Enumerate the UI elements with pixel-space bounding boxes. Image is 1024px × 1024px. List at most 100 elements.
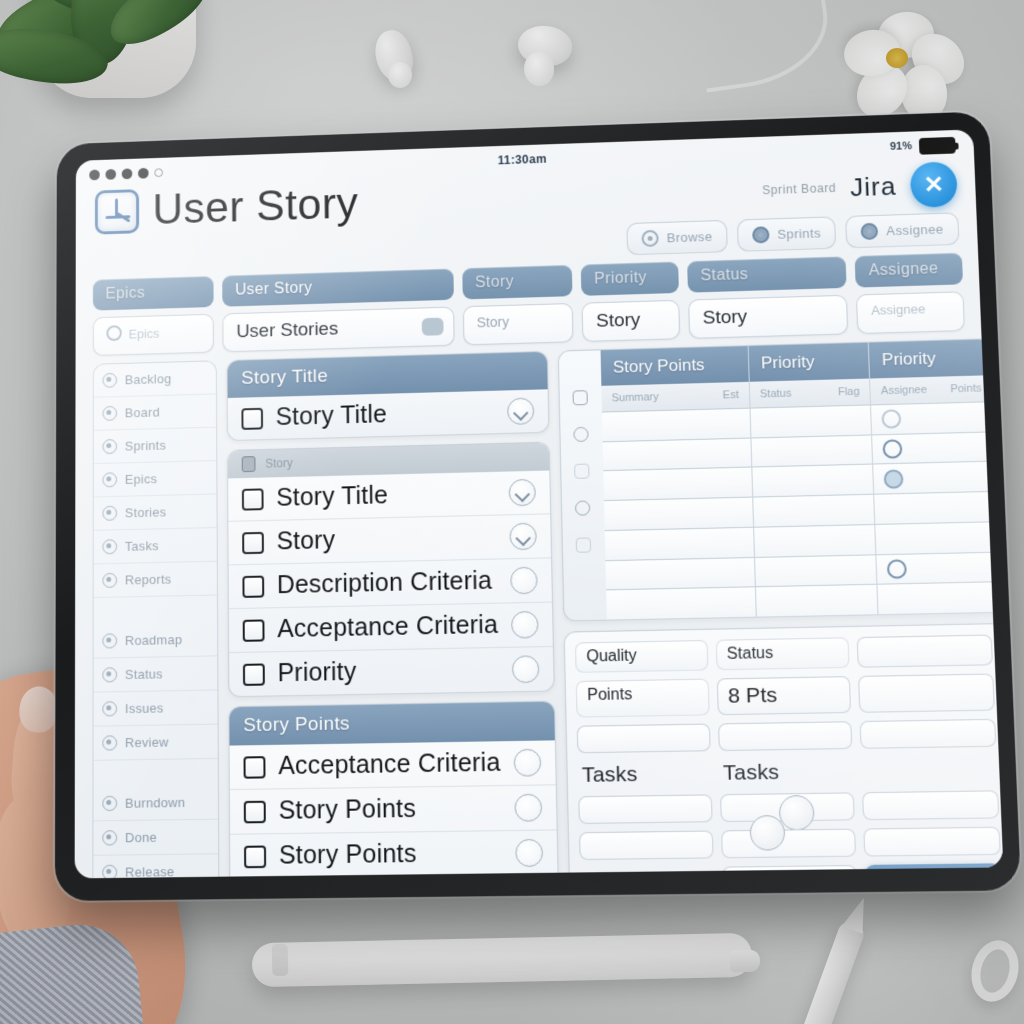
field-status[interactable]: Status — [715, 637, 850, 671]
table-cell[interactable] — [603, 466, 752, 501]
task-field-4[interactable] — [579, 830, 714, 861]
drag-knob[interactable] — [778, 794, 815, 831]
task-field-1[interactable] — [578, 794, 713, 825]
table-cell[interactable] — [605, 556, 755, 590]
input-user-stories[interactable]: User Stories — [222, 306, 455, 353]
table-cell[interactable] — [750, 404, 872, 438]
field-points-value[interactable]: 8 Pts — [716, 676, 852, 716]
col-header-status[interactable]: Status — [687, 256, 847, 293]
table-cell[interactable] — [877, 581, 1002, 615]
sidebar-item-issues[interactable]: Issues — [93, 689, 218, 727]
field-empty-1[interactable] — [856, 634, 993, 668]
footer-field[interactable] — [721, 865, 858, 879]
checklist-item[interactable]: Story Title — [228, 470, 551, 522]
table-column-header[interactable]: Priority — [869, 339, 992, 379]
sidebar-item-done[interactable]: Done — [93, 819, 219, 856]
checklist-item[interactable]: Description Criteria — [228, 558, 552, 610]
checkbox[interactable] — [242, 575, 265, 598]
checklist-item[interactable]: Story Title — [228, 389, 549, 440]
circle-icon[interactable] — [514, 793, 543, 822]
checklist-item[interactable]: Acceptance Criteria — [229, 740, 556, 791]
checklist-item[interactable]: Assignee — [230, 876, 558, 879]
field-empty-4[interactable] — [717, 721, 853, 752]
col-header-assignee[interactable]: Assignee — [854, 252, 964, 288]
col-header-epics[interactable]: Epics — [92, 276, 214, 311]
table-column-header[interactable]: Story Points — [600, 346, 749, 386]
checklist-item[interactable]: Story Points — [229, 785, 557, 835]
table-column-header[interactable]: Priority — [748, 342, 870, 382]
sidebar-item-status[interactable]: Status — [93, 655, 218, 693]
chip-browse[interactable]: Browse — [626, 219, 728, 256]
chevron-down-icon[interactable] — [509, 522, 537, 551]
sidebar-item-review[interactable]: Review — [93, 724, 218, 761]
col-header-priority[interactable]: Priority — [580, 261, 679, 296]
checkbox[interactable] — [242, 531, 264, 554]
col-header-user-story[interactable]: User Story — [222, 268, 454, 307]
checklist-item[interactable]: Story Points — [230, 830, 558, 879]
checkbox[interactable] — [241, 487, 264, 511]
circle-icon[interactable] — [511, 655, 540, 684]
input-story-2[interactable]: Story — [581, 299, 681, 342]
circle-icon[interactable] — [510, 610, 539, 639]
task-field-6[interactable] — [863, 826, 1001, 857]
table-cell[interactable] — [752, 493, 875, 527]
field-quality[interactable]: Quality — [574, 639, 709, 673]
sidebar-item-release[interactable]: Release — [93, 854, 219, 879]
table-cell[interactable] — [874, 490, 998, 524]
checkbox[interactable] — [242, 662, 265, 686]
checkbox[interactable] — [244, 844, 267, 868]
checkbox[interactable] — [243, 755, 266, 779]
table-cell[interactable] — [876, 551, 1000, 585]
sidebar-item-sprints[interactable]: Sprints — [93, 427, 217, 465]
chip-assignee[interactable]: Assignee — [845, 212, 960, 249]
sidebar-item-backlog[interactable]: Backlog — [93, 361, 216, 398]
table-cell[interactable] — [606, 586, 756, 620]
table-cell[interactable] — [872, 431, 995, 464]
checklist-item[interactable]: Priority — [229, 647, 554, 696]
input-assignee[interactable]: Assignee — [856, 291, 965, 335]
sidebar-item-roadmap[interactable]: Roadmap — [93, 621, 218, 659]
field-empty-2[interactable] — [858, 673, 995, 713]
input-epics[interactable]: Epics — [92, 313, 214, 357]
table-cell[interactable] — [875, 521, 999, 554]
checkbox[interactable] — [242, 618, 265, 642]
checkbox[interactable] — [243, 800, 266, 823]
chevron-down-icon[interactable] — [506, 397, 535, 425]
chip-sprints[interactable]: Sprints — [736, 216, 837, 252]
field-empty-3[interactable] — [576, 723, 711, 754]
table-cell[interactable] — [871, 401, 994, 435]
table-cell[interactable] — [752, 463, 874, 497]
sidebar-item-stories[interactable]: Stories — [93, 494, 217, 531]
table-cell[interactable] — [755, 584, 878, 617]
input-story-1[interactable]: Story — [462, 302, 574, 346]
sidebar-item-reports[interactable]: Reports — [93, 561, 217, 599]
table-cell[interactable] — [873, 460, 997, 494]
avatar[interactable]: ✕ — [909, 161, 958, 208]
table-cell[interactable] — [754, 553, 877, 587]
field-empty-5[interactable] — [859, 718, 997, 749]
table-cell[interactable] — [603, 496, 753, 530]
edit-icon[interactable] — [421, 317, 444, 336]
circle-icon[interactable] — [510, 566, 538, 595]
field-points-label[interactable]: Points — [575, 678, 710, 718]
chevron-down-icon[interactable] — [508, 478, 536, 507]
sidebar-item-tasks[interactable]: Tasks — [93, 528, 217, 565]
checklist-item[interactable]: Story — [228, 514, 552, 566]
circle-icon[interactable] — [515, 838, 544, 868]
input-story-3[interactable]: Story — [688, 294, 849, 339]
table-cell[interactable] — [753, 523, 876, 557]
checkbox[interactable] — [241, 407, 264, 430]
task-field-5[interactable] — [720, 828, 857, 859]
task-field-3[interactable] — [862, 790, 1000, 821]
col-header-story[interactable]: Story — [462, 264, 573, 300]
sidebar-item-epics[interactable]: Epics — [93, 461, 217, 498]
done-button[interactable]: Done — [864, 863, 1003, 879]
sidebar-item-board[interactable]: Board — [93, 394, 217, 431]
table-cell[interactable] — [604, 526, 754, 560]
sidebar-item-burndown[interactable]: Burndown — [93, 785, 219, 822]
table-cell[interactable] — [601, 407, 751, 442]
circle-icon[interactable] — [513, 748, 542, 777]
table-cell[interactable] — [751, 434, 873, 467]
checklist-item[interactable]: Acceptance Criteria — [228, 602, 553, 654]
table-cell[interactable] — [602, 437, 752, 471]
